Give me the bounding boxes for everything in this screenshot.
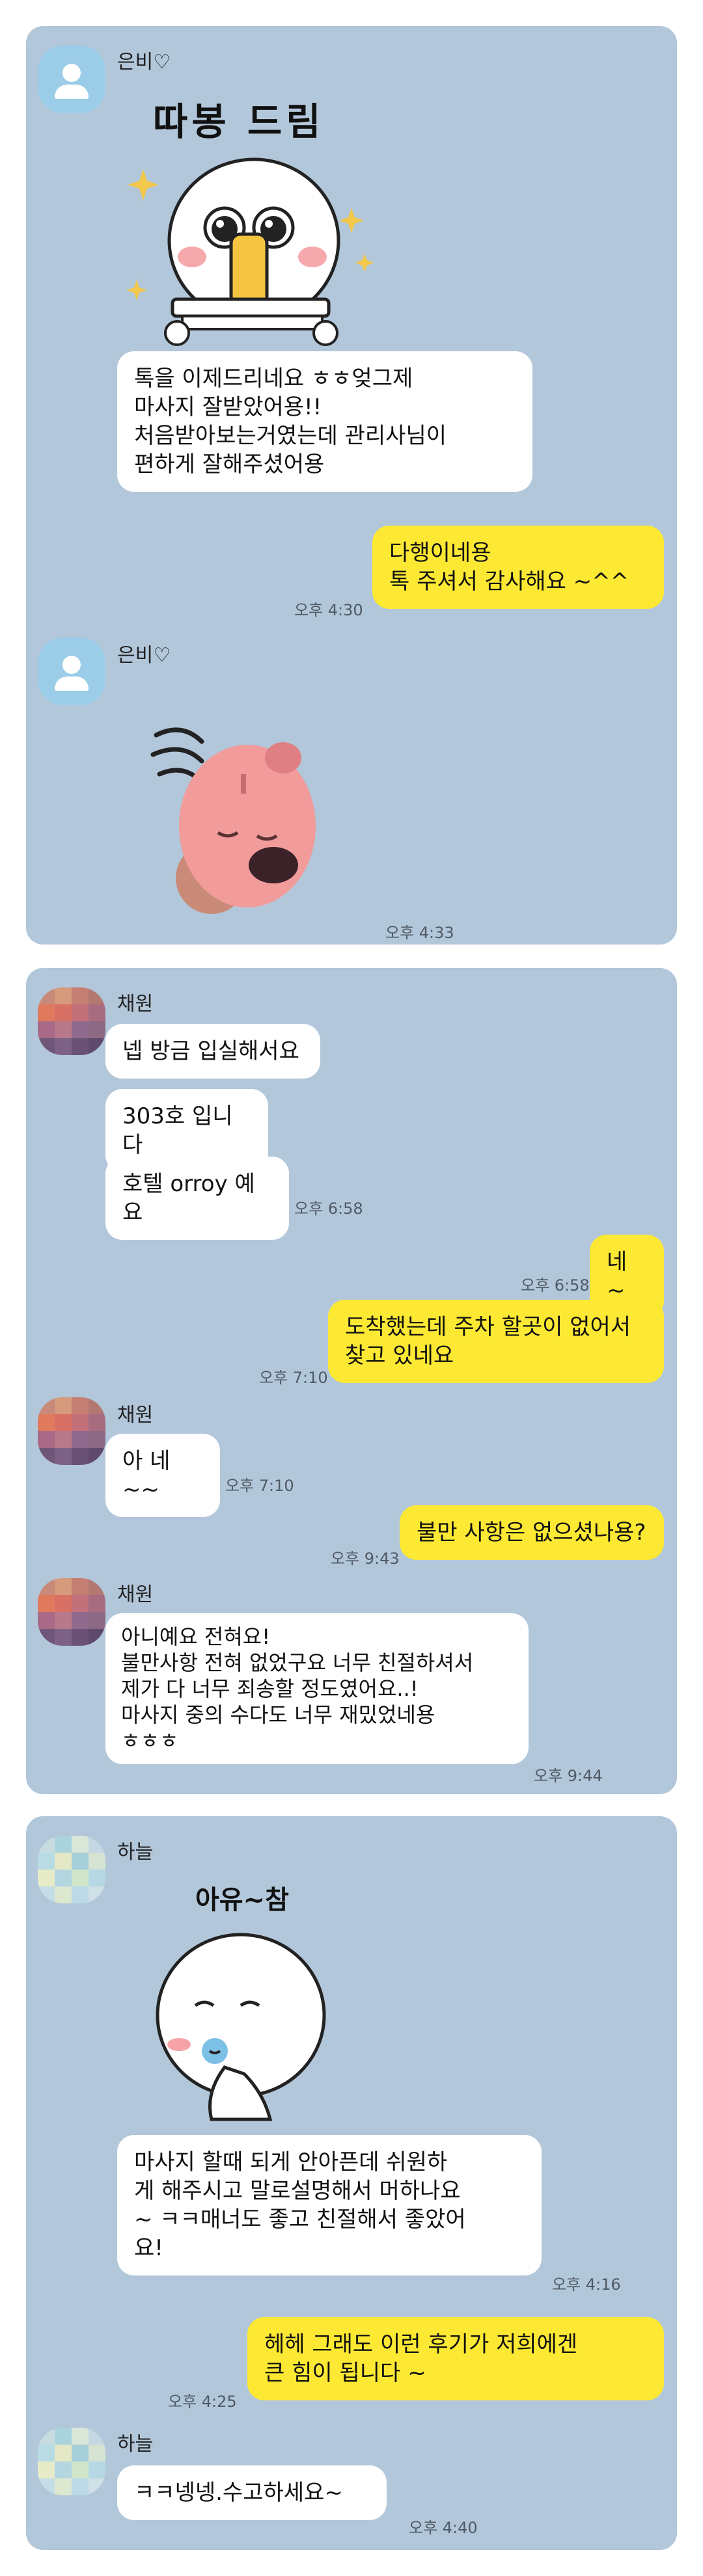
sender-name: 채원 bbox=[117, 1404, 154, 1427]
message-time: 오후 6:58 bbox=[521, 1276, 590, 1295]
thumbs-up-sticker: 따봉 드림 bbox=[117, 78, 391, 351]
sender-name: 하늘 bbox=[117, 2433, 154, 2456]
chat-screenshot-1: 은비♡ 따봉 드림 톡을 이제드리네요 ㅎㅎ엊그제 마사지 잘받았어용!! 처음… bbox=[26, 26, 677, 945]
message-time: 오후 4:33 bbox=[385, 924, 454, 942]
message-time: 오후 4:30 bbox=[294, 601, 363, 619]
sticker-character bbox=[126, 157, 374, 346]
message-bubble: 호텔 orroy 예요 bbox=[105, 1157, 289, 1240]
sticker-character bbox=[156, 1933, 326, 2121]
my-message-bubble: 다행이네용 톡 주셔서 감사해요 ~^^ bbox=[372, 526, 664, 609]
message-bubble: 마사지 할때 되게 안아픈데 쉬원하 게 해주시고 말로설명해서 머하나요 ~ … bbox=[117, 2135, 542, 2275]
message-bubble: 넵 방금 입실해서요 bbox=[105, 1024, 320, 1079]
sticker-caption: 아유~참 bbox=[195, 1885, 289, 1915]
message-time: 오후 9:43 bbox=[331, 1550, 400, 1568]
default-profile-icon[interactable] bbox=[38, 637, 105, 705]
pixelated-profile-avatar[interactable] bbox=[38, 1397, 105, 1465]
message-bubble: ㅋㅋ넹넹.수고하세요~ bbox=[117, 2465, 387, 2520]
message-time: 오후 7:10 bbox=[259, 1369, 328, 1387]
message-time: 오후 4:16 bbox=[552, 2275, 621, 2294]
message-bubble: 아니예요 전혀요! 불만사항 전혀 없었구요 너무 친절하셔서 제가 다 너무 … bbox=[105, 1613, 529, 1764]
pixelated-profile-avatar[interactable] bbox=[38, 2428, 105, 2495]
message-time: 오후 9:44 bbox=[534, 1767, 603, 1785]
default-profile-icon[interactable] bbox=[38, 46, 105, 113]
pink-beaver-sticker bbox=[150, 727, 316, 914]
sender-name: 채원 bbox=[117, 993, 154, 1015]
sender-name: 은비♡ bbox=[117, 51, 171, 74]
my-message-bubble: 불만 사항은 없으셨나용? bbox=[400, 1505, 664, 1560]
my-message-bubble: 도착했는데 주차 할곳이 없어서 찾고 있네요 bbox=[328, 1300, 664, 1383]
sticker-caption: 따봉 드림 bbox=[153, 100, 325, 144]
pixelated-profile-avatar[interactable] bbox=[38, 1578, 105, 1646]
pixelated-profile-avatar[interactable] bbox=[38, 1836, 105, 1903]
sender-name: 은비♡ bbox=[117, 644, 171, 667]
chat-screenshot-2: 채원 넵 방금 입실해서요 303호 입니다 호텔 orroy 예요 오후 6:… bbox=[26, 968, 677, 1794]
message-time: 오후 4:25 bbox=[168, 2393, 237, 2411]
message-time: 오후 6:58 bbox=[294, 1200, 363, 1218]
chat-screenshot-3: 하늘 아유~참 마사지 할때 되게 안아픈데 쉬원하 게 해주시고 말로설명해서… bbox=[26, 1816, 677, 2550]
message-bubble: 아 네~~ bbox=[105, 1434, 220, 1517]
my-message-bubble: 헤헤 그래도 이런 후기가 저희에겐 큰 힘이 됩니다 ~ bbox=[247, 2317, 664, 2400]
sender-name: 하늘 bbox=[117, 1841, 154, 1864]
shy-face-sticker: 아유~참 bbox=[143, 1879, 338, 2139]
message-time: 오후 4:40 bbox=[409, 2519, 478, 2537]
pixelated-profile-avatar[interactable] bbox=[38, 987, 105, 1055]
message-time: 오후 7:10 bbox=[225, 1477, 294, 1495]
message-bubble: 톡을 이제드리네요 ㅎㅎ엊그제 마사지 잘받았어용!! 처음받아보는거였는데 관… bbox=[117, 351, 532, 492]
sender-name: 채원 bbox=[117, 1583, 154, 1606]
